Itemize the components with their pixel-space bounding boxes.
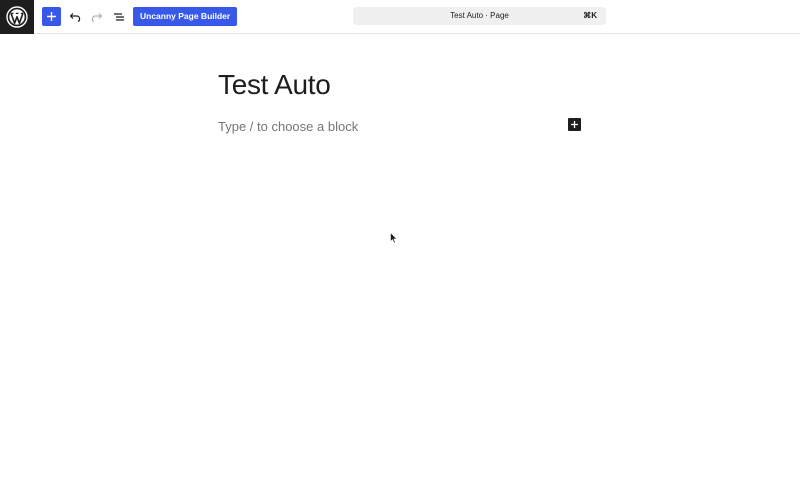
wordpress-logo-button[interactable] xyxy=(0,0,34,34)
document-overview-button[interactable] xyxy=(109,7,128,26)
inline-block-inserter-button[interactable] xyxy=(568,118,581,131)
document-title: Test Auto · Page xyxy=(450,11,509,20)
undo-icon xyxy=(69,12,80,22)
editor-canvas: Test Auto Type / to choose a block xyxy=(0,34,800,504)
page-builder-button[interactable]: Uncanny Page Builder xyxy=(133,7,238,26)
mouse-pointer-icon xyxy=(390,232,398,244)
post-title[interactable]: Test Auto xyxy=(218,68,331,102)
list-view-icon xyxy=(113,12,124,21)
undo-button[interactable] xyxy=(65,7,84,26)
plus-icon xyxy=(571,121,578,128)
block-placeholder[interactable]: Type / to choose a block xyxy=(218,118,358,136)
wordpress-logo-icon xyxy=(6,6,28,28)
block-inserter-button[interactable] xyxy=(42,7,61,26)
command-shortcut: ⌘K xyxy=(583,11,597,20)
redo-icon xyxy=(91,12,102,22)
plus-icon xyxy=(47,12,56,21)
editor-header: Uncanny Page Builder Test Auto · Page ⌘K xyxy=(0,0,800,34)
command-palette-bar[interactable]: Test Auto · Page ⌘K xyxy=(353,7,606,25)
redo-button[interactable] xyxy=(87,7,106,26)
